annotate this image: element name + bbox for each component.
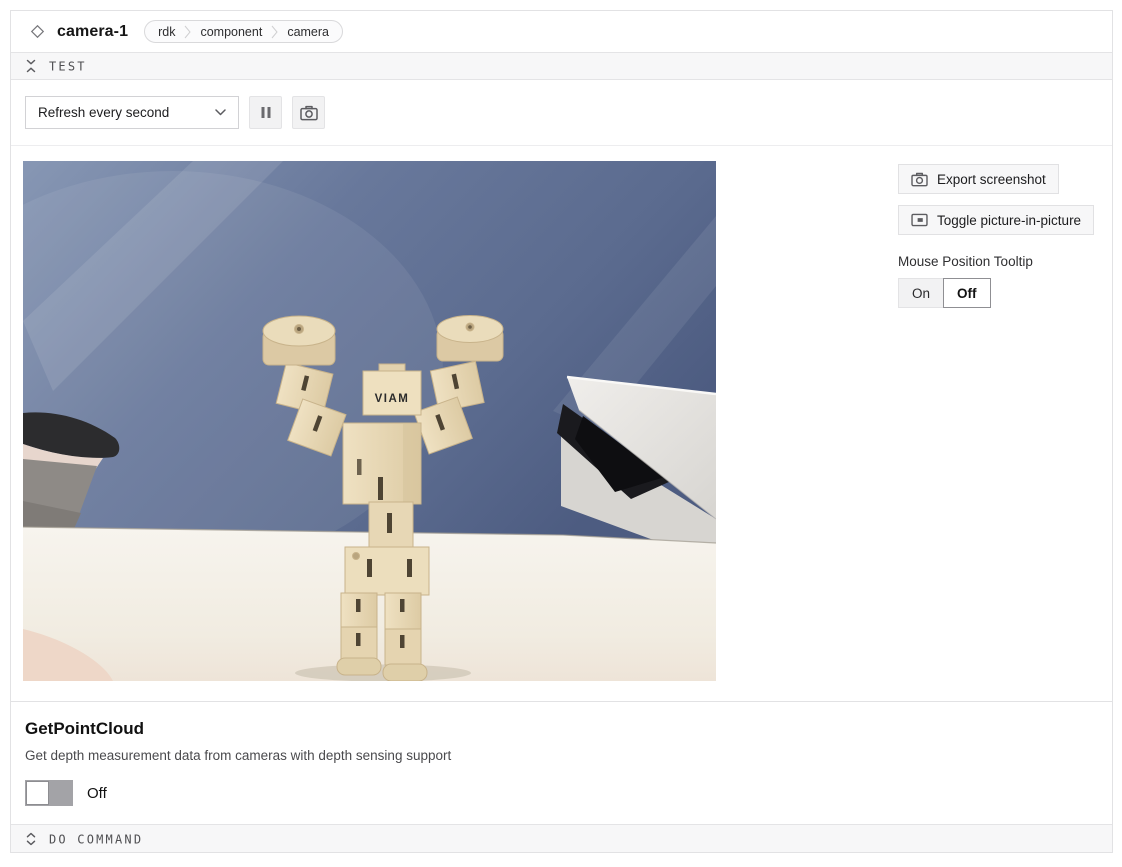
tooltip-on-button[interactable]: On bbox=[898, 278, 944, 308]
refresh-rate-value: Refresh every second bbox=[38, 105, 169, 120]
breadcrumb-item-camera: camera bbox=[287, 25, 329, 39]
refresh-rate-select[interactable]: Refresh every second bbox=[25, 96, 239, 129]
camera-live-feed[interactable]: VIAM bbox=[23, 161, 716, 681]
breadcrumb-separator-icon bbox=[184, 24, 191, 40]
toggle-pip-button[interactable]: Toggle picture-in-picture bbox=[898, 205, 1094, 235]
test-section-body: VIAM Export screenshot Toggle picture-in… bbox=[11, 146, 1112, 701]
breadcrumb-item-rdk: rdk bbox=[158, 25, 175, 39]
picture-in-picture-icon bbox=[911, 213, 928, 227]
snapshot-button[interactable] bbox=[292, 96, 325, 129]
panel-header: camera-1 rdk component camera bbox=[11, 11, 1112, 52]
page-title: camera-1 bbox=[57, 23, 128, 41]
getpointcloud-toggle-switch[interactable] bbox=[25, 780, 73, 806]
mouse-position-tooltip-label: Mouse Position Tooltip bbox=[898, 254, 1033, 269]
do-command-section-header[interactable]: DO COMMAND bbox=[11, 824, 1112, 852]
camera-feed-image: VIAM bbox=[23, 161, 716, 681]
export-screenshot-label: Export screenshot bbox=[937, 172, 1046, 187]
pause-refresh-button[interactable] bbox=[249, 96, 282, 129]
mouse-tooltip-segmented-control: On Off bbox=[898, 278, 991, 308]
feed-options-sidebar: Export screenshot Toggle picture-in-pict… bbox=[898, 161, 1098, 308]
toggle-knob bbox=[26, 781, 49, 805]
component-diamond-icon bbox=[29, 23, 46, 40]
expand-icon bbox=[25, 832, 37, 846]
camera-component-panel: camera-1 rdk component camera TEST Refre… bbox=[10, 10, 1113, 853]
getpointcloud-section: GetPointCloud Get depth measurement data… bbox=[11, 701, 1112, 824]
getpointcloud-description: Get depth measurement data from cameras … bbox=[25, 748, 1098, 763]
do-command-section-label: DO COMMAND bbox=[49, 832, 143, 846]
toggle-pip-label: Toggle picture-in-picture bbox=[937, 213, 1081, 228]
breadcrumb-separator-icon bbox=[271, 24, 278, 40]
camera-icon bbox=[911, 172, 928, 187]
export-screenshot-button[interactable]: Export screenshot bbox=[898, 164, 1059, 194]
test-section-label: TEST bbox=[49, 60, 87, 74]
collapse-icon bbox=[25, 59, 37, 73]
robot-logo-text: VIAM bbox=[375, 393, 410, 405]
chevron-down-icon bbox=[215, 109, 226, 116]
breadcrumb: rdk component camera bbox=[144, 20, 343, 43]
camera-icon bbox=[300, 105, 318, 121]
breadcrumb-item-component: component bbox=[200, 25, 262, 39]
getpointcloud-toggle-row: Off bbox=[25, 780, 1098, 806]
pause-icon bbox=[260, 106, 272, 119]
getpointcloud-title: GetPointCloud bbox=[25, 719, 1098, 739]
getpointcloud-toggle-state: Off bbox=[87, 785, 107, 802]
camera-controls-row: Refresh every second bbox=[11, 80, 1112, 146]
test-section-header[interactable]: TEST bbox=[11, 52, 1112, 80]
tooltip-off-button[interactable]: Off bbox=[943, 278, 991, 308]
